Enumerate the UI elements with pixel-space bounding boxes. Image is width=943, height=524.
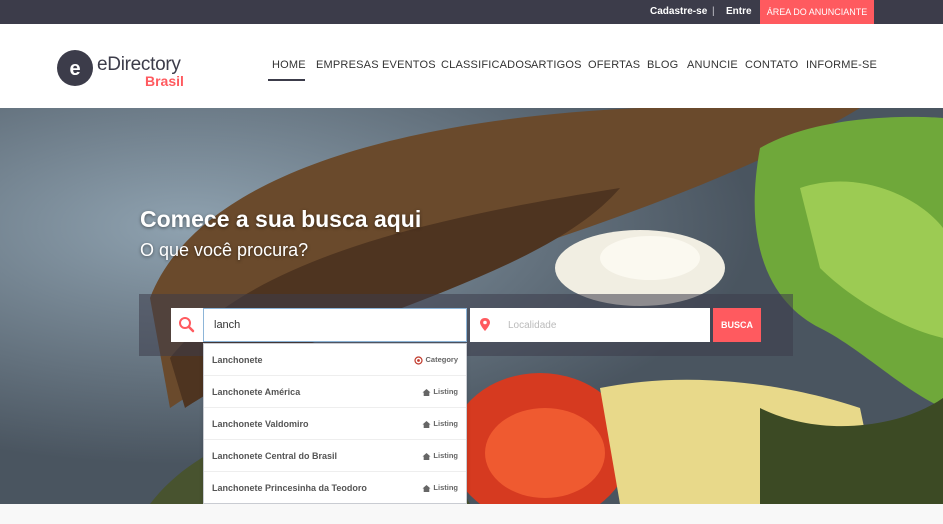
nav-anuncie[interactable]: ANUNCIE [687, 59, 738, 71]
login-link[interactable]: Entre [726, 0, 752, 24]
advertiser-area-button[interactable]: ÁREA DO ANUNCIANTE [760, 0, 874, 24]
nav-classificados[interactable]: CLASSIFICADOS [441, 59, 532, 71]
nav-active-indicator [268, 79, 305, 81]
nav-empresas[interactable]: EMPRESAS [316, 59, 379, 71]
autocomplete-item[interactable]: Lanchonete Central do Brasil Listing [204, 440, 466, 472]
autocomplete-item-type: Listing [422, 440, 458, 472]
logo-subtitle: Brasil [145, 73, 184, 89]
hero-subtitle: O que você procura? [140, 240, 309, 260]
autocomplete-item[interactable]: Lanchonete Valdomiro Listing [204, 408, 466, 440]
home-icon [422, 452, 431, 460]
autocomplete-dropdown: Lanchonete Category Lanchonete América L… [203, 343, 467, 504]
autocomplete-item[interactable]: Lanchonete América Listing [204, 376, 466, 408]
autocomplete-item-type: Listing [422, 408, 458, 440]
autocomplete-item[interactable]: Lanchonete Category [204, 344, 466, 376]
svg-text:e: e [69, 58, 80, 80]
separator: | [712, 6, 715, 17]
top-bar: Cadastre-se | Entre ÁREA DO ANUNCIANTE [0, 0, 943, 24]
location-input[interactable] [498, 308, 710, 342]
autocomplete-item-type: Listing [422, 376, 458, 408]
keyword-search-input[interactable] [203, 308, 467, 342]
category-icon [414, 355, 424, 365]
nav-contato[interactable]: CONTATO [745, 59, 798, 71]
autocomplete-item-type: Category [414, 344, 458, 376]
nav-artigos[interactable]: ARTIGOS [531, 59, 582, 71]
hero-title: Comece a sua busca aqui [140, 206, 422, 232]
home-icon [422, 388, 431, 396]
autocomplete-item-name: Lanchonete América [212, 387, 301, 397]
location-pin-icon [470, 308, 498, 342]
nav-blog[interactable]: BLOG [647, 59, 678, 71]
nav-home[interactable]: HOME [272, 59, 306, 71]
search-button[interactable]: BUSCA [713, 308, 761, 342]
header: e eDirectory Brasil HOME EMPRESAS EVENTO… [0, 24, 943, 108]
autocomplete-item-name: Lanchonete Valdomiro [212, 419, 309, 429]
page-bottom-band [0, 504, 943, 524]
autocomplete-item-type: Listing [422, 472, 458, 504]
search-icon [171, 308, 203, 342]
autocomplete-item[interactable]: Lanchonete Princesinha da Teodoro Listin… [204, 472, 466, 504]
home-icon [422, 420, 431, 428]
autocomplete-item-name: Lanchonete Princesinha da Teodoro [212, 483, 367, 493]
nav-ofertas[interactable]: OFERTAS [588, 59, 640, 71]
home-icon [422, 484, 431, 492]
logo-icon[interactable]: e [57, 50, 93, 86]
register-link[interactable]: Cadastre-se [650, 0, 707, 24]
autocomplete-item-name: Lanchonete [212, 355, 263, 365]
autocomplete-item-name: Lanchonete Central do Brasil [212, 451, 338, 461]
nav-informe-se[interactable]: INFORME-SE [806, 59, 877, 71]
nav-eventos[interactable]: EVENTOS [382, 59, 436, 71]
